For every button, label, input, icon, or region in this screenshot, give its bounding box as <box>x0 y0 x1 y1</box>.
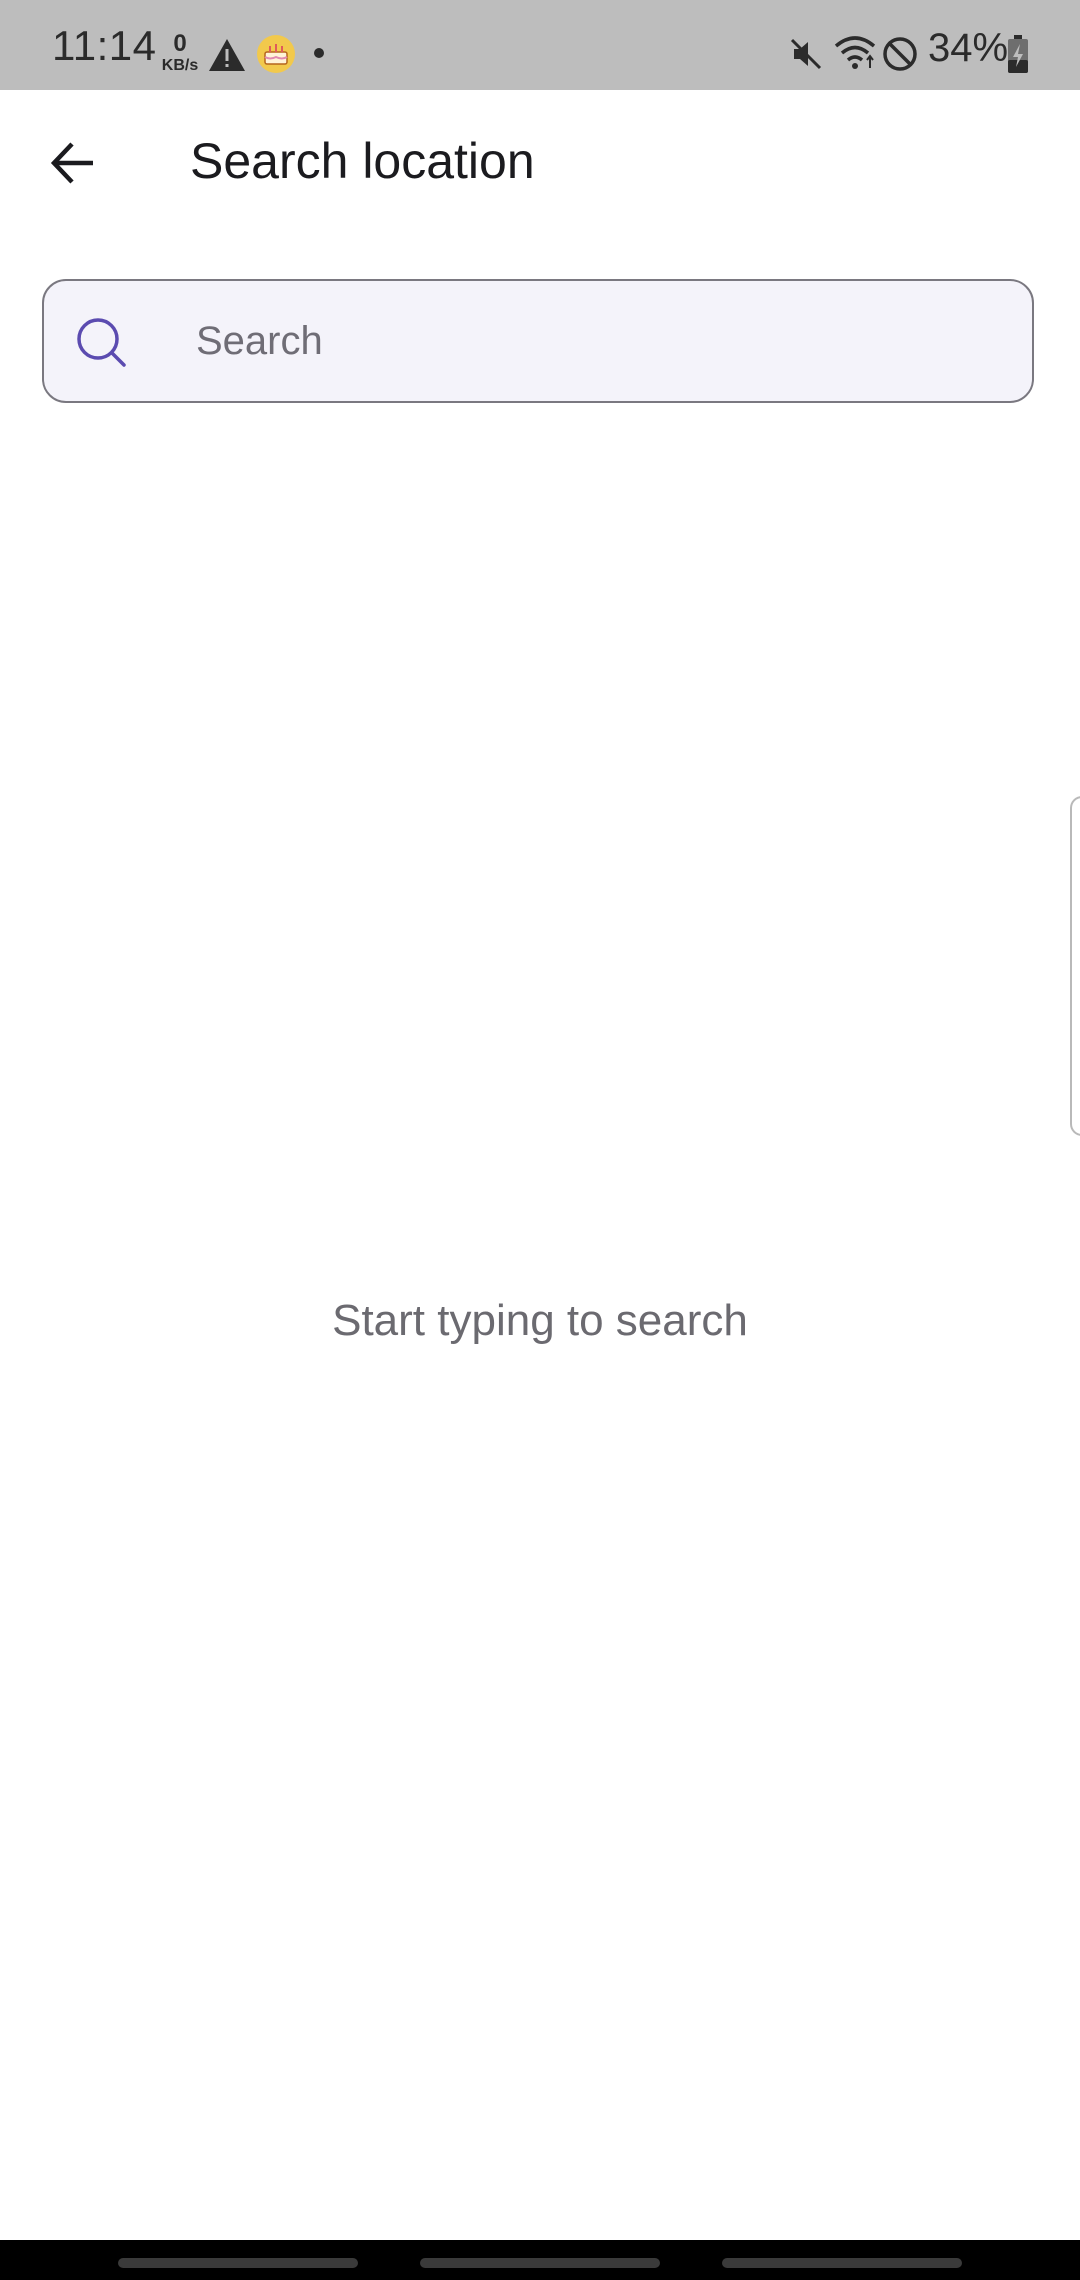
search-icon <box>77 318 126 367</box>
network-speed-unit: KB/s <box>161 57 199 74</box>
warning-icon <box>209 39 245 71</box>
do-not-disturb-icon <box>883 37 917 71</box>
edge-panel-handle[interactable] <box>1070 796 1080 1136</box>
wifi-icon <box>834 36 876 69</box>
screen: 11:14 0 KB/s 34% Search location Search … <box>0 0 1080 2280</box>
nav-gesture-pill-left[interactable] <box>118 2258 358 2268</box>
battery-charging-icon <box>1008 35 1028 73</box>
search-input[interactable] <box>154 281 1014 401</box>
page-title: Search location <box>190 133 535 189</box>
nav-gesture-pill-center[interactable] <box>420 2258 660 2268</box>
cake-notification-icon <box>257 35 295 73</box>
network-speed-value: 0 <box>173 30 187 57</box>
empty-state-message: Start typing to search <box>332 1296 748 1345</box>
status-time: 11:14 <box>52 22 157 69</box>
back-button[interactable] <box>30 120 116 206</box>
search-field[interactable] <box>42 279 1034 403</box>
mute-icon <box>790 38 822 70</box>
notification-dot <box>314 48 324 58</box>
network-speed: 0 KB/s <box>160 32 200 74</box>
status-bar: 11:14 0 KB/s 34% <box>0 0 1080 90</box>
app-bar: Search location <box>0 90 1080 236</box>
navigation-bar <box>0 2240 1080 2280</box>
battery-percent: 34% <box>928 26 1009 70</box>
arrow-back-icon <box>50 142 93 184</box>
nav-gesture-pill-right[interactable] <box>722 2258 962 2268</box>
